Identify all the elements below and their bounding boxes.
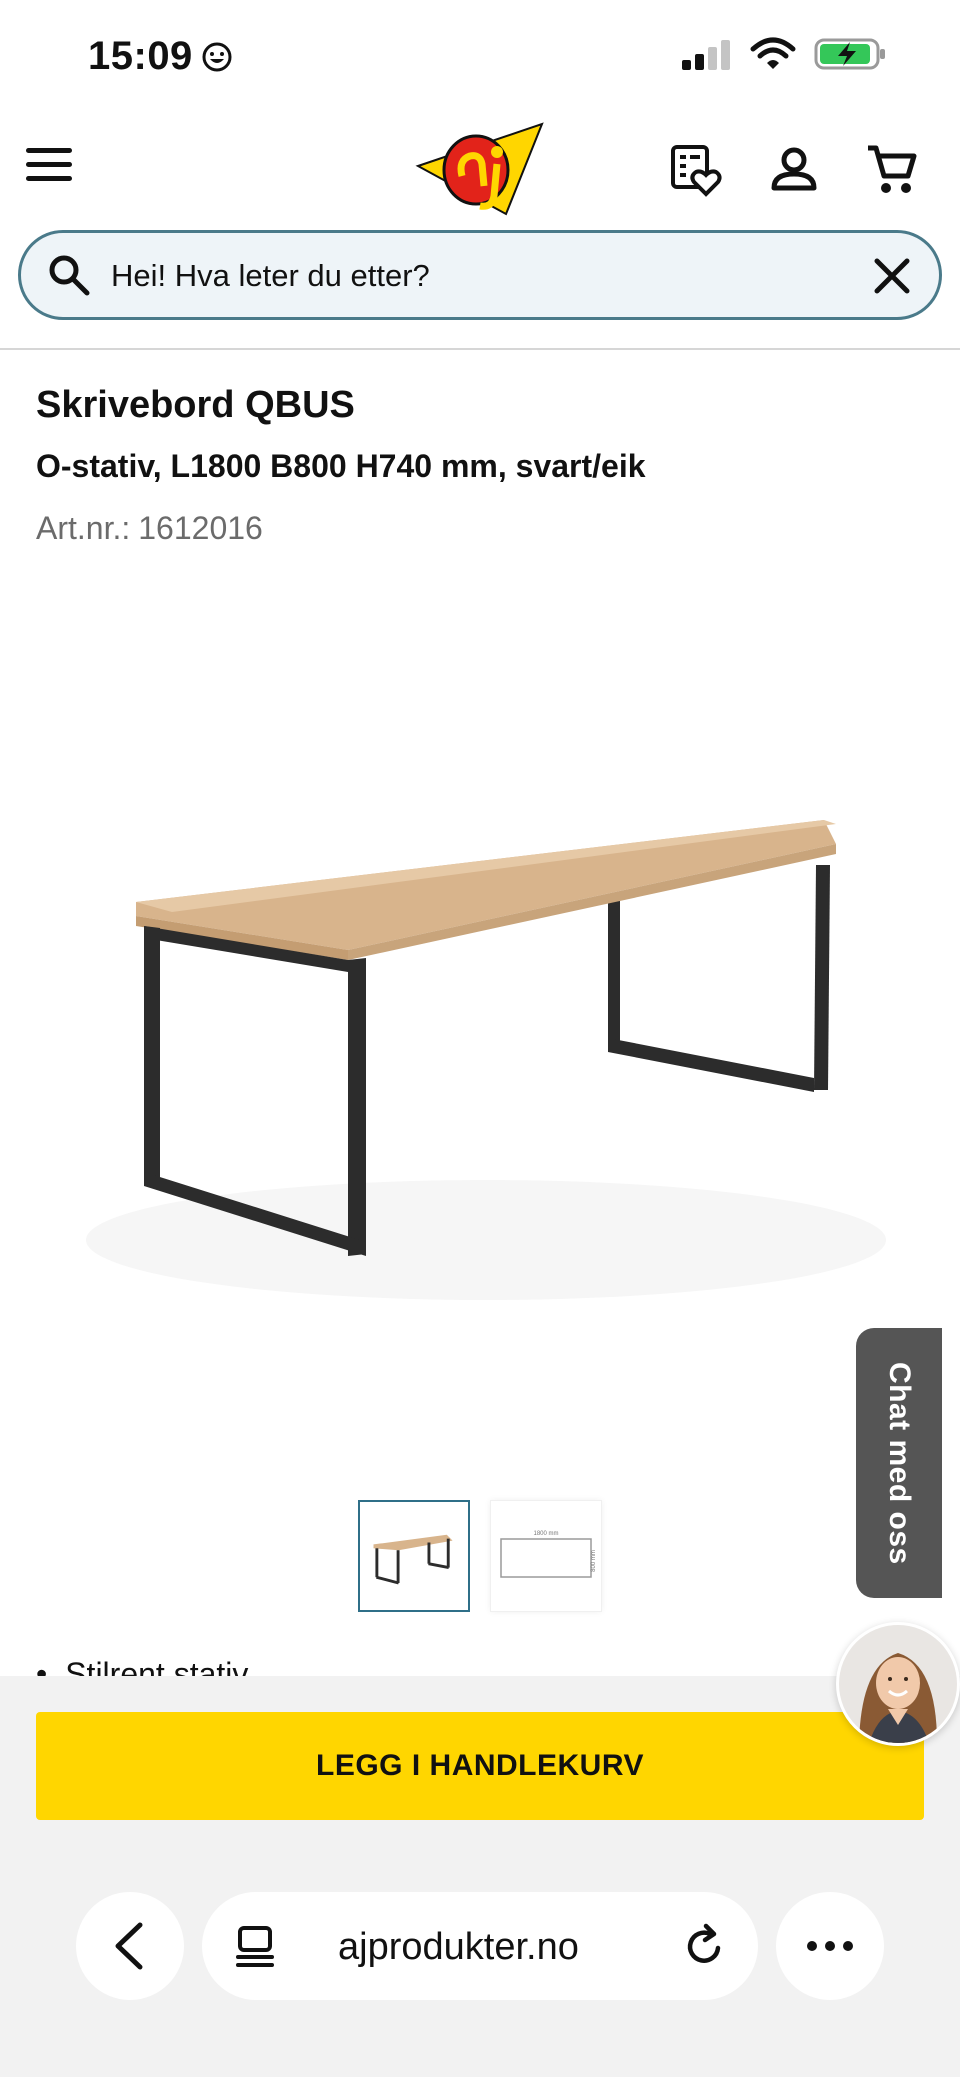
status-bar: 15:09 <box>0 0 960 112</box>
url-text: ajprodukter.no <box>338 1926 579 1968</box>
chat-tab-button[interactable]: Chat med oss <box>856 1328 942 1598</box>
menu-line <box>26 162 72 167</box>
account-icon[interactable] <box>766 142 822 198</box>
status-icons <box>680 36 888 72</box>
product-image[interactable] <box>36 620 926 1400</box>
add-to-cart-button[interactable]: LEGG I HANDLEKURV <box>36 1712 924 1820</box>
wifi-icon <box>750 37 796 69</box>
chat-label: Chat med oss <box>883 1361 916 1565</box>
more-dot <box>843 1941 853 1951</box>
favorites-list-icon[interactable] <box>668 142 724 198</box>
page-menu-icon[interactable] <box>234 1924 278 1968</box>
status-time: 15:09 <box>88 34 233 79</box>
close-icon[interactable] <box>871 255 913 297</box>
reload-icon[interactable] <box>680 1922 728 1970</box>
chat-agent-avatar[interactable] <box>836 1622 960 1746</box>
search-input[interactable] <box>111 251 851 301</box>
cart-icon[interactable] <box>864 142 920 198</box>
product-subtitle: O-stativ, L1800 B800 H740 mm, svart/eik <box>36 448 646 484</box>
more-dot <box>825 1941 835 1951</box>
more-dot <box>807 1941 817 1951</box>
header-divider <box>0 348 960 350</box>
dimension-depth-label: 800 mm <box>591 1550 597 1572</box>
article-number-label: Art.nr.: <box>36 510 131 546</box>
product-title: Skrivebord QBUS <box>36 384 355 426</box>
battery-charging-icon <box>814 38 885 70</box>
thumbnail-image-1[interactable] <box>358 1500 470 1612</box>
avatar-portrait <box>839 1625 957 1743</box>
clock: 15:09 <box>88 34 193 78</box>
menu-line <box>26 148 72 153</box>
thumbnail-image-2[interactable]: 1800 mm 800 mm <box>490 1500 602 1612</box>
browser-back-button[interactable] <box>76 1892 184 2000</box>
chevron-left-icon <box>115 1922 143 1970</box>
browser-address-bar[interactable]: ajprodukter.no <box>202 1892 758 2000</box>
smiley-icon <box>202 42 232 71</box>
aj-logo[interactable] <box>414 116 550 220</box>
site-header <box>0 112 960 222</box>
signal-icon <box>682 40 730 70</box>
hamburger-menu-button[interactable] <box>26 148 72 184</box>
article-number-value: 1612016 <box>138 510 263 546</box>
search-icon <box>49 255 90 296</box>
dimension-width-label: 1800 mm <box>533 1531 558 1537</box>
menu-line <box>26 176 72 181</box>
dimension-drawing: 1800 mm 800 mm <box>500 1531 597 1578</box>
search-bar[interactable] <box>18 230 942 320</box>
article-number: Art.nr.: 1612016 <box>36 510 263 547</box>
browser-more-button[interactable] <box>776 1892 884 2000</box>
